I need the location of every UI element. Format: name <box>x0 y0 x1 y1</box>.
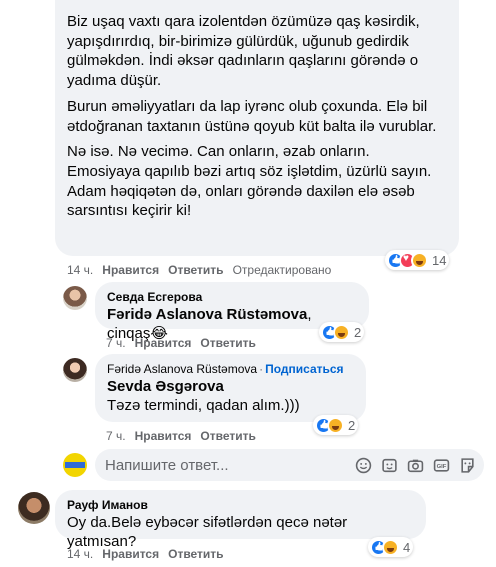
reaction-count: 14 <box>432 252 447 268</box>
comment-text: Oy da.Belə eybəcər sifətlərdən qecə nətə… <box>67 514 348 550</box>
comment-timestamp[interactable]: 14 ч. <box>67 263 93 277</box>
like-link[interactable]: Нравится <box>102 547 159 561</box>
reaction-count: 2 <box>348 417 356 433</box>
camera-icon[interactable] <box>407 457 424 474</box>
reaction-count: 4 <box>403 539 411 555</box>
reaction-summary[interactable]: 4 <box>368 537 414 557</box>
comment-actions: 14 ч. Нравится Ответить <box>67 547 224 561</box>
reply-bubble: Fəridə Aslanova Rüstəmova · Подписаться Se… <box>95 354 366 422</box>
reaction-summary[interactable]: 14 <box>385 250 450 270</box>
author-name[interactable]: Севда Есгерова <box>107 290 357 305</box>
reaction-count: 2 <box>354 324 362 340</box>
avatar[interactable] <box>63 286 87 310</box>
comment-timestamp[interactable]: 14 ч. <box>67 547 93 561</box>
comment-paragraph: Biz uşaq vaxtı qara izolentdən özümüzə q… <box>67 13 420 90</box>
reply-text: Təzə termindi, qadan alım.))) <box>107 397 300 414</box>
reply-link[interactable]: Ответить <box>168 263 223 277</box>
haha-reaction-icon <box>327 416 344 434</box>
reply-link[interactable]: Ответить <box>200 429 255 443</box>
edited-label: Отредактировано <box>232 263 332 277</box>
reply-actions: 7 ч. Нравится Ответить <box>106 429 256 443</box>
comment-paragraph: Nə isə. Nə vecimə. Can onların, əzab onl… <box>67 143 432 220</box>
reply-timestamp[interactable]: 7 ч. <box>106 336 126 350</box>
like-link[interactable]: Нравится <box>102 263 159 277</box>
haha-reaction-icon <box>333 323 350 341</box>
reply-composer: GIF <box>95 449 484 481</box>
haha-reaction-icon <box>411 251 428 269</box>
current-user-avatar <box>63 453 87 477</box>
gif-icon[interactable]: GIF <box>433 457 450 474</box>
mention-link[interactable]: Sevda Əsgərova <box>107 377 354 396</box>
reaction-summary[interactable]: 2 <box>313 415 359 435</box>
follow-link[interactable]: Подписаться <box>265 362 343 376</box>
comment-bubble: Рауф Иманов Oy da.Belə eybəcər sifətlərd… <box>55 490 426 550</box>
sticker-sheet-icon[interactable] <box>459 457 476 474</box>
reply-actions: 7 ч. Нравится Ответить <box>106 336 256 350</box>
reply-link[interactable]: Ответить <box>200 336 255 350</box>
author-name[interactable]: Fəridə Aslanova Rüstəmova <box>107 362 257 376</box>
comment-actions: 14 ч. Нравится Ответить Отредактировано <box>67 263 331 277</box>
mention-link[interactable]: Fəridə Aslanova Rüstəmova <box>107 306 307 323</box>
svg-text:GIF: GIF <box>437 464 447 470</box>
reply-input[interactable] <box>105 456 335 474</box>
haha-reaction-icon <box>382 538 399 556</box>
sticker-icon[interactable] <box>355 457 372 474</box>
separator-dot: · <box>259 362 264 376</box>
emoji-icon[interactable] <box>381 457 398 474</box>
author-name[interactable]: Рауф Иманов <box>67 498 414 513</box>
reply-link[interactable]: Ответить <box>168 547 223 561</box>
like-link[interactable]: Нравится <box>135 336 192 350</box>
comment-paragraph: Burun əməliyyatları da lap iyrənc olub ç… <box>67 97 437 135</box>
avatar[interactable] <box>63 358 87 382</box>
main-comment-bubble: Biz uşaq vaxtı qara izolentdən özümüzə q… <box>55 0 459 256</box>
avatar[interactable] <box>18 492 50 524</box>
reply-timestamp[interactable]: 7 ч. <box>106 429 126 443</box>
like-link[interactable]: Нравится <box>135 429 192 443</box>
reaction-summary[interactable]: 2 <box>319 322 365 342</box>
